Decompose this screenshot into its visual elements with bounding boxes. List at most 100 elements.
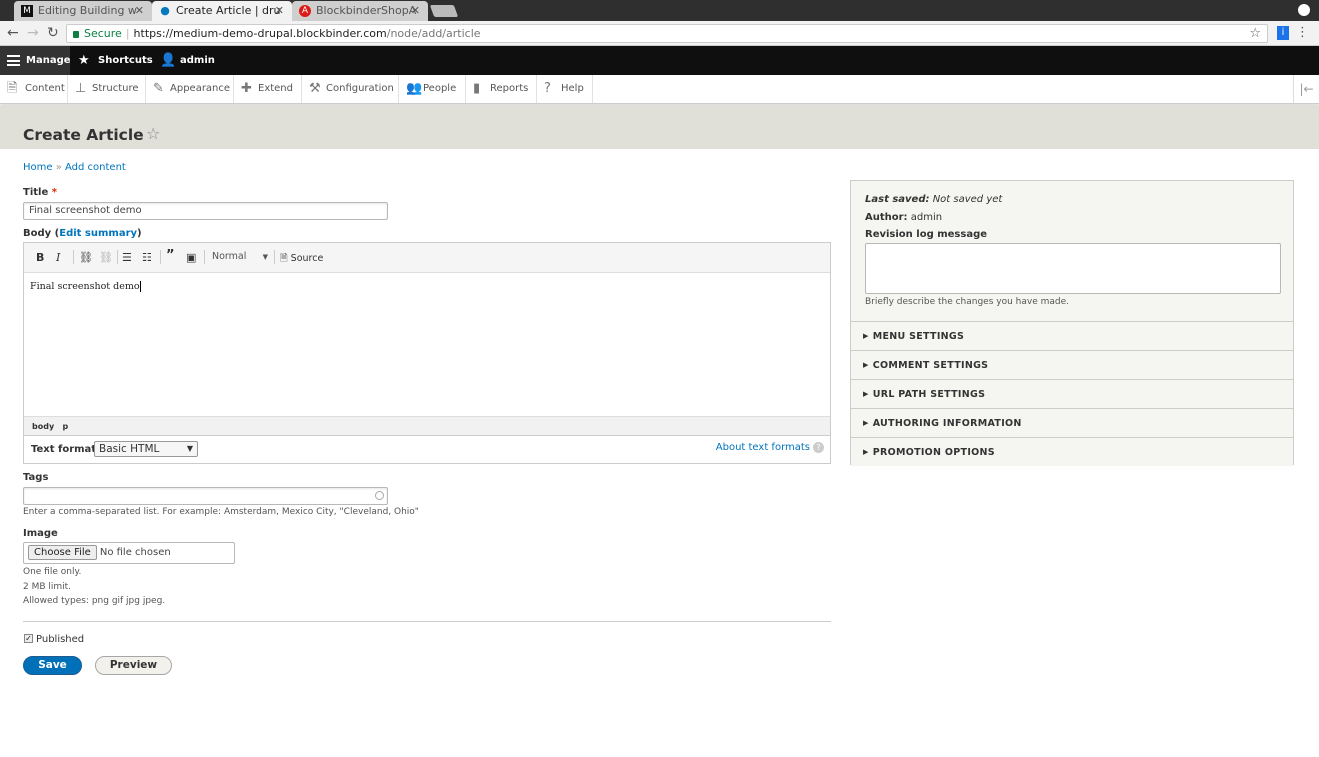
bulleted-list-icon[interactable]: ☰ <box>122 251 132 264</box>
breadcrumb-add-content[interactable]: Add content <box>65 162 126 173</box>
star-icon: ★ <box>78 53 90 68</box>
tray-item-content[interactable]: 🗎 Content <box>0 75 68 103</box>
edit-summary-link[interactable]: Edit summary <box>59 228 137 239</box>
choose-file-button[interactable]: Choose File <box>28 545 97 560</box>
title-input[interactable]: Final screenshot demo <box>23 202 388 220</box>
tray-item-extend[interactable]: ✚ Extend <box>234 75 302 103</box>
element-path-p[interactable]: p <box>63 422 69 431</box>
no-file-text: No file chosen <box>99 547 171 558</box>
promotion-options-toggle[interactable]: ▶ PROMOTION OPTIONS <box>851 437 1293 466</box>
close-tab-icon[interactable]: ✕ <box>275 4 284 17</box>
tray-orientation-toggle-icon[interactable]: |← <box>1293 75 1319 103</box>
bold-button[interactable]: B <box>36 251 44 264</box>
divider <box>23 621 831 622</box>
toolbar-shortcuts[interactable]: ★ Shortcuts <box>76 46 153 75</box>
help-icon[interactable]: ? <box>813 442 824 453</box>
reload-icon[interactable]: ↻ <box>47 25 59 41</box>
tab-title: Create Article | dru <box>176 4 281 17</box>
browser-address-bar: ← → ↻ Secure | https://medium-demo-drupal.… <box>0 21 1319 46</box>
toolbar-manage[interactable]: Manage <box>0 46 71 75</box>
title-label-text: Title <box>23 187 49 198</box>
browser-tab-blockbinder[interactable]: A BlockbinderShopA ✕ <box>292 1 428 21</box>
extension-icon[interactable]: i <box>1277 26 1289 40</box>
toolbar-user[interactable]: 👤 admin <box>158 46 215 75</box>
url-path-settings-toggle[interactable]: ▶ URL PATH SETTINGS <box>851 379 1293 408</box>
tags-input[interactable] <box>23 487 388 505</box>
breadcrumb-home[interactable]: Home <box>23 162 53 173</box>
section-label: AUTHORING INFORMATION <box>872 418 1022 429</box>
ckeditor: B I ⛓ ⛓ ☰ ☷ ” ▣ Normal ▼ 🗎 Source Final s… <box>23 242 831 436</box>
numbered-list-icon[interactable]: ☷ <box>142 251 152 264</box>
unlink-icon[interactable]: ⛓ <box>99 251 113 264</box>
help-icon: ? <box>544 81 551 96</box>
url-path: /node/add/article <box>386 27 481 40</box>
toolbar-manage-label: Manage <box>26 55 71 66</box>
forward-icon[interactable]: → <box>27 25 39 41</box>
tags-help: Enter a comma-separated list. For exampl… <box>23 507 419 517</box>
shortcut-star-icon[interactable]: ☆ <box>146 124 160 143</box>
source-button[interactable]: 🗎 Source <box>280 251 323 267</box>
admin-toolbar: Manage ★ Shortcuts 👤 admin <box>0 46 1319 75</box>
browser-menu-icon[interactable]: ⋮ <box>1296 25 1309 40</box>
paragraph-format-dropdown[interactable]: Normal ▼ <box>212 251 268 262</box>
save-button[interactable]: Save <box>23 656 82 675</box>
revision-log-textarea[interactable] <box>865 243 1281 294</box>
required-marker: * <box>51 187 57 198</box>
tab-title: BlockbinderShopA <box>316 4 417 17</box>
url-host: https://medium-demo-drupal.blockbinder.c… <box>133 27 387 40</box>
published-checkbox[interactable]: ✓ <box>24 634 33 643</box>
authoring-information-toggle[interactable]: ▶ AUTHORING INFORMATION <box>851 408 1293 437</box>
link-icon[interactable]: ⛓ <box>79 251 93 264</box>
browser-tab-create-article[interactable]: ● Create Article | dru ✕ <box>152 1 292 21</box>
tray-item-reports[interactable]: ▮ Reports <box>466 75 537 103</box>
close-tab-icon[interactable]: ✕ <box>411 4 420 17</box>
section-label: MENU SETTINGS <box>872 331 965 342</box>
comment-settings-toggle[interactable]: ▶ COMMENT SETTINGS <box>851 350 1293 379</box>
tray-label: Appearance <box>170 83 231 94</box>
blockquote-icon[interactable]: ” <box>166 248 175 263</box>
angular-favicon-icon: A <box>299 5 311 17</box>
tray-item-people[interactable]: 👥 People <box>399 75 466 103</box>
tray-item-structure[interactable]: ⊥ Structure <box>68 75 146 103</box>
page-header: Create Article ☆ <box>0 105 1319 149</box>
close-tab-icon[interactable]: ✕ <box>135 4 144 17</box>
revision-log-label: Revision log message <box>865 229 988 240</box>
text-format-value: Basic HTML <box>99 443 160 455</box>
section-label: PROMOTION OPTIONS <box>872 447 995 458</box>
triangle-right-icon: ▶ <box>863 419 869 427</box>
browser-tab-editing[interactable]: M Editing Building w ✕ <box>14 1 152 21</box>
url-input[interactable]: Secure | https://medium-demo-drupal.blockb… <box>66 24 1268 43</box>
tray-item-appearance[interactable]: ✎ Appearance <box>146 75 234 103</box>
italic-button[interactable]: I <box>56 251 60 264</box>
tray-item-configuration[interactable]: ⚒ Configuration <box>302 75 399 103</box>
last-saved-value: Not saved yet <box>932 194 1003 205</box>
section-label: URL PATH SETTINGS <box>872 389 986 400</box>
breadcrumb-separator: » <box>52 162 66 173</box>
autocomplete-throbber-icon <box>375 491 384 500</box>
tray-label: Configuration <box>326 83 394 94</box>
breadcrumb: Home » Add content <box>23 162 126 173</box>
tray-label: Structure <box>92 83 139 94</box>
editor-content[interactable]: Final screenshot demo <box>24 273 830 416</box>
image-icon[interactable]: ▣ <box>186 251 196 264</box>
new-tab-button[interactable] <box>429 5 459 17</box>
user-icon: 👤 <box>160 53 177 68</box>
text-format-select[interactable]: Basic HTML ▼ <box>94 441 198 457</box>
browser-tab-strip: M Editing Building w ✕ ● Create Article … <box>0 0 1319 21</box>
image-file-input[interactable]: Choose File No file chosen <box>23 542 235 564</box>
section-label: COMMENT SETTINGS <box>872 360 989 371</box>
element-path-body[interactable]: body <box>32 422 54 431</box>
about-text-formats-link[interactable]: About text formats <box>716 442 810 453</box>
admin-toolbar-tray: 🗎 Content ⊥ Structure ✎ Appearance ✚ Extend … <box>0 75 1319 104</box>
bookmark-star-icon[interactable]: ☆ <box>1249 25 1261 42</box>
profile-icon[interactable] <box>1298 4 1310 16</box>
author-label: Author: <box>865 212 908 223</box>
back-icon[interactable]: ← <box>7 25 19 41</box>
tray-item-help[interactable]: ? Help <box>537 75 593 103</box>
tray-label: Help <box>561 83 584 94</box>
preview-button[interactable]: Preview <box>95 656 172 675</box>
menu-settings-toggle[interactable]: ▶ MENU SETTINGS <box>851 321 1293 350</box>
tab-title: Editing Building w <box>38 4 137 17</box>
wrench-icon: ⚒ <box>309 81 321 96</box>
structure-icon: ⊥ <box>75 81 87 96</box>
